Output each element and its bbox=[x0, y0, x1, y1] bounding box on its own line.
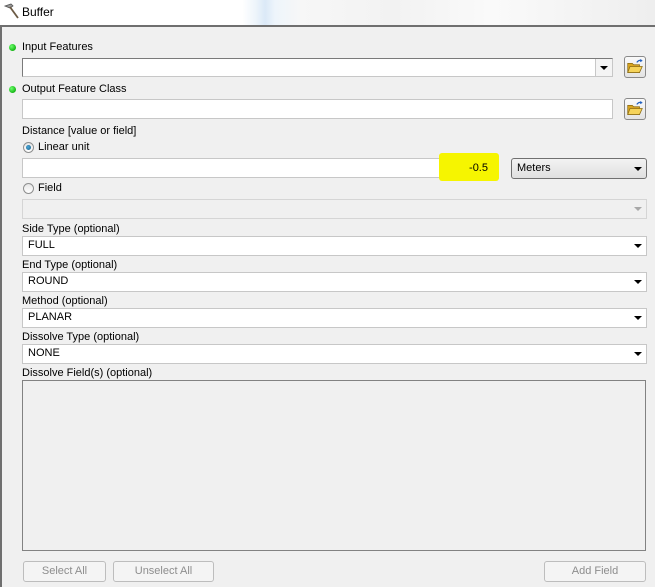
chevron-down-icon[interactable] bbox=[630, 159, 646, 178]
output-feature-class-label: Output Feature Class bbox=[22, 83, 127, 95]
select-all-button[interactable]: Select All bbox=[23, 561, 106, 582]
unselect-all-button[interactable]: Unselect All bbox=[113, 561, 214, 582]
chevron-down-icon[interactable] bbox=[630, 309, 646, 327]
dissolve-type-dropdown[interactable]: NONE bbox=[22, 344, 647, 364]
end-type-dropdown[interactable]: ROUND bbox=[22, 272, 647, 292]
method-dropdown[interactable]: PLANAR bbox=[22, 308, 647, 328]
end-type-label: End Type (optional) bbox=[22, 259, 118, 271]
linear-unit-radio[interactable] bbox=[23, 142, 34, 153]
field-radio[interactable] bbox=[23, 183, 34, 194]
units-dropdown[interactable]: Meters bbox=[511, 158, 647, 179]
side-type-label: Side Type (optional) bbox=[22, 223, 120, 235]
distance-field-dropdown[interactable] bbox=[22, 199, 647, 219]
linear-distance-value: -0.5 bbox=[469, 162, 488, 174]
chevron-down-icon[interactable] bbox=[595, 59, 612, 76]
method-value: PLANAR bbox=[28, 311, 73, 323]
chevron-down-icon[interactable] bbox=[630, 200, 646, 218]
hammer-icon bbox=[3, 3, 19, 19]
dissolve-type-value: NONE bbox=[28, 347, 60, 359]
input-features-label: Input Features bbox=[22, 41, 93, 53]
chevron-down-icon[interactable] bbox=[630, 237, 646, 255]
field-label: Field bbox=[38, 182, 62, 194]
chevron-down-icon[interactable] bbox=[630, 273, 646, 291]
method-label: Method (optional) bbox=[22, 295, 108, 307]
input-features-combobox[interactable] bbox=[22, 58, 613, 77]
chevron-down-icon[interactable] bbox=[630, 345, 646, 363]
linear-distance-input[interactable]: -0.5 bbox=[22, 153, 499, 181]
output-feature-class-input[interactable] bbox=[22, 99, 613, 119]
dissolve-fields-label: Dissolve Field(s) (optional) bbox=[22, 367, 153, 379]
end-type-value: ROUND bbox=[28, 275, 69, 287]
side-type-value: FULL bbox=[28, 239, 55, 251]
units-value: Meters bbox=[517, 162, 551, 174]
input-features-browse-button[interactable] bbox=[624, 56, 646, 78]
distance-label: Distance [value or field] bbox=[22, 125, 137, 137]
window-title: Buffer bbox=[22, 5, 54, 19]
linear-unit-label: Linear unit bbox=[38, 141, 90, 153]
dissolve-type-label: Dissolve Type (optional) bbox=[22, 331, 140, 343]
required-indicator-icon bbox=[9, 44, 16, 51]
required-indicator-icon bbox=[9, 86, 16, 93]
dissolve-fields-listbox[interactable] bbox=[22, 380, 646, 551]
title-bar: Buffer bbox=[0, 0, 655, 25]
output-feature-class-browse-button[interactable] bbox=[624, 98, 646, 120]
add-field-button[interactable]: Add Field bbox=[544, 561, 646, 582]
side-type-dropdown[interactable]: FULL bbox=[22, 236, 647, 256]
open-folder-icon bbox=[627, 100, 643, 115]
open-folder-icon bbox=[627, 58, 643, 73]
